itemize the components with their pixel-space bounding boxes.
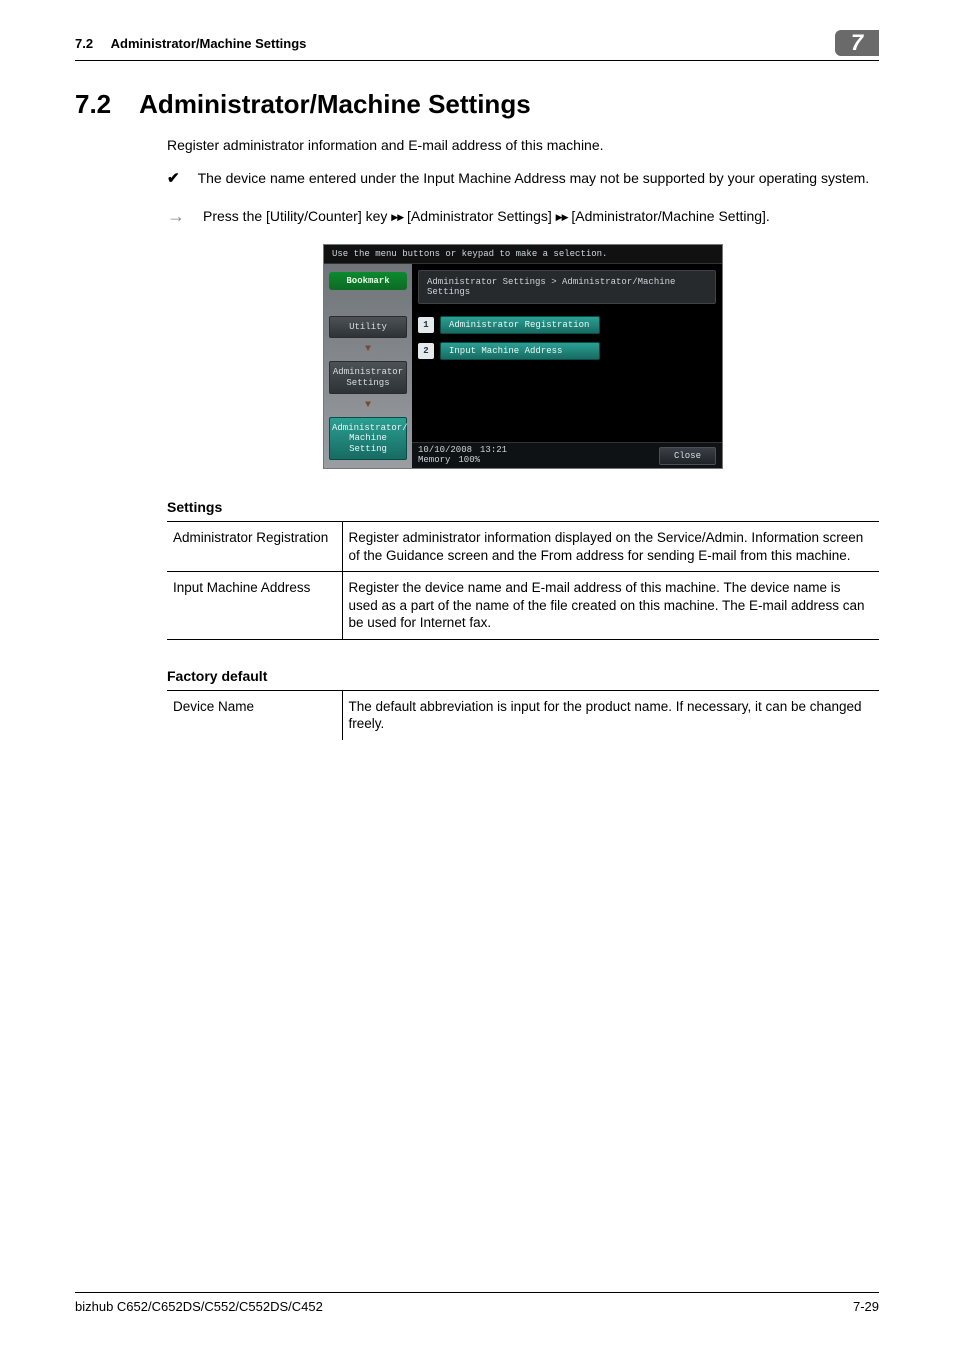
triangle-icon: ▶▶ xyxy=(391,212,403,222)
page: 7.2 Administrator/Machine Settings 7 7.2… xyxy=(0,0,954,1350)
header-left: 7.2 Administrator/Machine Settings xyxy=(75,36,306,51)
table-row: Device Name The default abbreviation is … xyxy=(167,690,879,740)
shot-body: Bookmark Utility ▼ Administrator Setting… xyxy=(324,264,722,468)
shot-main: Administrator Settings > Administrator/M… xyxy=(412,264,722,468)
step-mid2: [Administrator/Machine Setting]. xyxy=(568,208,770,224)
header-section-num: 7.2 xyxy=(75,36,93,51)
settings-title: Settings xyxy=(167,499,879,515)
arrow-right-icon: → xyxy=(167,207,185,225)
option-row-1: 1 Administrator Registration xyxy=(418,316,716,334)
shot-footer: 10/10/2008 13:21 Memory 100% Close xyxy=(412,442,722,468)
shot-fill xyxy=(412,364,722,442)
shot-footer-left: 10/10/2008 13:21 Memory 100% xyxy=(418,446,507,465)
step-mid1: [Administrator Settings] xyxy=(403,208,556,224)
shot-instruction: Use the menu buttons or keypad to make a… xyxy=(324,245,722,264)
option-row-2: 2 Input Machine Address xyxy=(418,342,716,360)
option-number: 2 xyxy=(418,343,434,359)
settings-table: Administrator Registration Register admi… xyxy=(167,521,879,640)
heading-number: 7.2 xyxy=(75,89,111,120)
intro-paragraph: Register administrator information and E… xyxy=(167,136,879,155)
step-text: Press the [Utility/Counter] key ▶▶ [Admi… xyxy=(203,207,879,226)
table-row: Input Machine Address Register the devic… xyxy=(167,572,879,640)
page-footer: bizhub C652/C652DS/C552/C552DS/C452 7-29 xyxy=(75,1292,879,1314)
header-section-name: Administrator/Machine Settings xyxy=(111,36,307,51)
triangle-icon: ▶▶ xyxy=(556,212,568,222)
step-pre: Press the [Utility/Counter] key xyxy=(203,208,391,224)
bookmark-button[interactable]: Bookmark xyxy=(329,272,407,290)
heading-title: Administrator/Machine Settings xyxy=(139,89,531,120)
option-admin-registration[interactable]: Administrator Registration xyxy=(440,316,600,334)
shot-time: 13:21 xyxy=(480,446,507,455)
section-heading: 7.2 Administrator/Machine Settings xyxy=(75,89,879,120)
nav-utility[interactable]: Utility xyxy=(329,316,407,338)
factory-value: The default abbreviation is input for th… xyxy=(342,690,879,740)
settings-key: Administrator Registration xyxy=(167,522,342,572)
settings-value: Register the device name and E-mail addr… xyxy=(342,572,879,640)
nav-admin-machine-setting[interactable]: Administrator/ Machine Setting xyxy=(329,417,407,460)
running-header: 7.2 Administrator/Machine Settings 7 xyxy=(75,30,879,61)
factory-title: Factory default xyxy=(167,668,879,684)
note-row: ✔ The device name entered under the Inpu… xyxy=(167,169,879,189)
table-row: Administrator Registration Register admi… xyxy=(167,522,879,572)
chapter-tab: 7 xyxy=(835,30,879,56)
arrow-down-icon: ▼ xyxy=(365,400,371,411)
breadcrumb: Administrator Settings > Administrator/M… xyxy=(418,270,716,304)
factory-key: Device Name xyxy=(167,690,342,740)
settings-value: Register administrator information displ… xyxy=(342,522,879,572)
body-column: Register administrator information and E… xyxy=(167,136,879,740)
close-button[interactable]: Close xyxy=(659,447,716,465)
footer-right: 7-29 xyxy=(853,1299,879,1314)
step-row: → Press the [Utility/Counter] key ▶▶ [Ad… xyxy=(167,207,879,226)
option-number: 1 xyxy=(418,317,434,333)
shot-date: 10/10/2008 xyxy=(418,446,472,455)
factory-table: Device Name The default abbreviation is … xyxy=(167,690,879,740)
device-screenshot: Use the menu buttons or keypad to make a… xyxy=(323,244,723,469)
settings-key: Input Machine Address xyxy=(167,572,342,640)
nav-admin-settings[interactable]: Administrator Settings xyxy=(329,361,407,394)
shot-mem-val: 100% xyxy=(458,456,480,465)
screenshot-wrap: Use the menu buttons or keypad to make a… xyxy=(167,244,879,469)
check-icon: ✔ xyxy=(167,169,180,189)
note-text: The device name entered under the Input … xyxy=(198,169,879,188)
shot-sidebar: Bookmark Utility ▼ Administrator Setting… xyxy=(324,264,412,468)
footer-left: bizhub C652/C652DS/C552/C552DS/C452 xyxy=(75,1299,323,1314)
option-input-machine-address[interactable]: Input Machine Address xyxy=(440,342,600,360)
arrow-down-icon: ▼ xyxy=(365,344,371,355)
shot-mem-label: Memory xyxy=(418,456,450,465)
